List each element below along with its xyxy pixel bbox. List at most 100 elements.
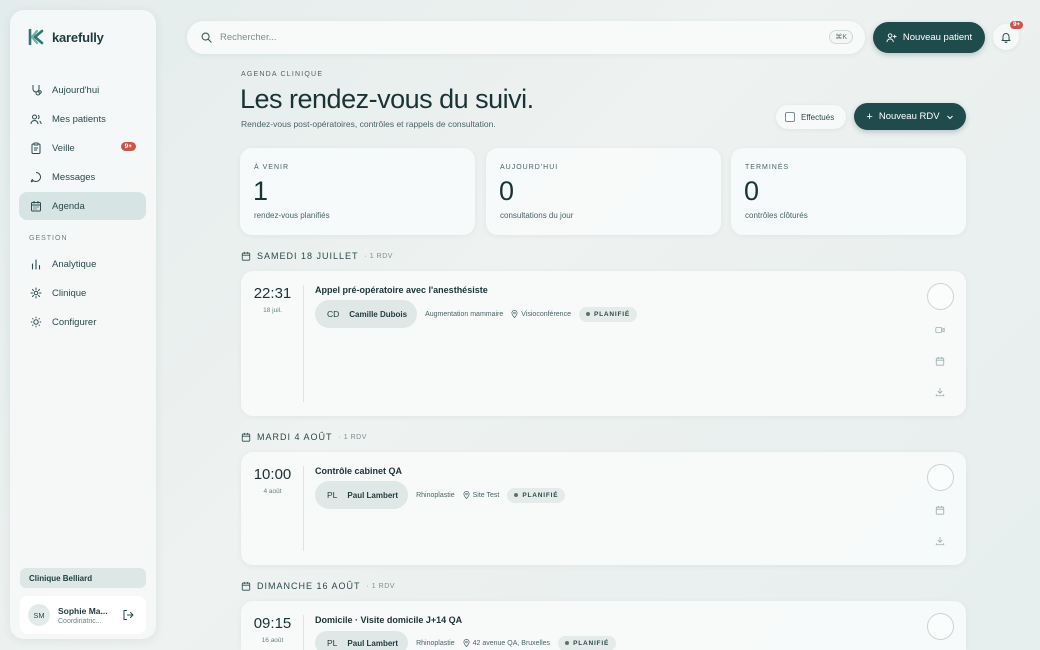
clipboard-icon	[31, 142, 41, 154]
page-subtitle: Rendez-vous post-opératoires, contrôles …	[241, 119, 496, 129]
sidebar-item-messages[interactable]: Messages	[19, 163, 146, 191]
stat-value: 0	[744, 176, 760, 206]
plus-icon: +	[866, 110, 873, 123]
logo[interactable]: karefully	[28, 29, 104, 45]
day-count: · 1 RDV	[366, 582, 395, 590]
logout-icon[interactable]	[122, 609, 134, 621]
location-text: Visioconférence	[521, 310, 571, 318]
app-name: karefully	[52, 29, 104, 45]
location-text: 42 avenue QA, Bruxelles	[472, 639, 551, 647]
sidebar: karefully Aujourd'hui Mes patients Veill…	[10, 10, 156, 639]
stat-card-today: AUJOURD'HUI 0 consultations du jour	[486, 148, 721, 235]
patient-chip[interactable]: CD Camille Dubois	[315, 300, 418, 328]
appointment-card[interactable]: 22:31 18 juil. Appel pré-opératoire avec…	[241, 271, 966, 416]
filter-done-checkbox[interactable]	[785, 112, 795, 122]
watch-count-badge: 9+	[120, 142, 136, 151]
user-card[interactable]: SM Sophie Ma... Coordinatric...	[20, 596, 146, 634]
patient-initials: PL	[327, 490, 338, 500]
sidebar-item-label: Configurer	[52, 316, 97, 328]
sidebar-item-label: Mes patients	[52, 113, 106, 125]
sidebar-item-label: Aujourd'hui	[52, 84, 100, 96]
day-label: MARDI 4 AOÛT	[257, 432, 333, 442]
video-icon[interactable]	[935, 325, 945, 335]
search-input[interactable]	[220, 32, 780, 43]
sliders-icon	[30, 316, 42, 328]
appointment-meta: PL Paul Lambert Rhinoplastie 42 avenue Q…	[315, 631, 617, 650]
user-plus-icon	[886, 33, 897, 43]
calendar-icon	[241, 432, 251, 442]
location-pin-icon	[511, 310, 518, 318]
calendar-action-icon[interactable]	[935, 356, 945, 366]
search-bar[interactable]: ⌘K	[187, 21, 865, 54]
clinic-selector[interactable]: Clinique Belliard	[20, 568, 146, 588]
sidebar-item-label: Messages	[52, 171, 96, 183]
appointment-time: 10:00	[253, 466, 292, 483]
appointment-card[interactable]: 09:15 16 août Domicile · Visite domicile…	[241, 601, 966, 650]
appointment-procedure: Augmentation mammaire	[425, 310, 504, 318]
bell-icon	[1001, 33, 1011, 43]
patient-initials: CD	[327, 309, 340, 319]
calendar-icon	[241, 251, 251, 261]
notifications-button[interactable]: 9+	[993, 21, 1023, 50]
stat-card-done: TERMINÉS 0 contrôles clôturés	[731, 148, 966, 235]
divider	[303, 615, 304, 650]
page-title: Les rendez-vous du suivi.	[240, 84, 534, 114]
sidebar-item-watch[interactable]: Veille 9+	[19, 134, 146, 162]
sidebar-item-label: Veille	[52, 142, 75, 154]
filter-done-toggle[interactable]: Effectués	[776, 105, 846, 129]
sidebar-item-configure[interactable]: Configurer	[19, 308, 146, 336]
sidebar-item-analytics[interactable]: Analytique	[19, 250, 146, 278]
stat-desc: consultations du jour	[500, 211, 574, 220]
sidebar-item-today[interactable]: Aujourd'hui	[19, 76, 146, 104]
status-dot	[565, 641, 570, 645]
calendar-icon	[31, 201, 41, 212]
appointment-location: 42 avenue QA, Bruxelles	[463, 639, 550, 647]
status-text: PLANIFIÉ	[573, 639, 610, 647]
sidebar-item-patients[interactable]: Mes patients	[19, 105, 146, 133]
appointment-card[interactable]: 10:00 4 août Contrôle cabinet QA PL Paul…	[241, 452, 966, 565]
mark-done-button[interactable]	[927, 613, 954, 640]
sidebar-item-clinic[interactable]: Clinique	[19, 279, 146, 307]
status-dot	[585, 312, 590, 316]
appointment-meta: PL Paul Lambert Rhinoplastie Site Test P…	[315, 481, 566, 509]
calendar-action-icon[interactable]	[935, 505, 945, 515]
status-text: PLANIFIÉ	[593, 310, 630, 318]
day-count: · 1 RDV	[338, 433, 367, 441]
status-badge: PLANIFIÉ	[507, 487, 566, 503]
day-label: SAMEDI 18 JUILLET	[257, 251, 359, 261]
divider	[303, 285, 304, 402]
stat-value: 0	[499, 176, 515, 206]
stat-desc: rendez-vous planifiés	[254, 211, 330, 220]
appointment-time-block: 22:31 18 juil.	[241, 285, 304, 314]
stat-desc: contrôles clôturés	[745, 211, 808, 220]
stat-value: 1	[253, 176, 269, 206]
stat-label: TERMINÉS	[745, 164, 790, 171]
day-count: · 1 RDV	[364, 252, 393, 260]
user-name: Sophie Ma...	[58, 605, 108, 616]
patient-name: Paul Lambert	[347, 490, 399, 500]
chevron-down-icon	[946, 115, 953, 119]
status-badge: PLANIFIÉ	[578, 306, 637, 322]
calendar-icon	[241, 581, 251, 591]
divider	[303, 466, 304, 551]
download-icon[interactable]	[935, 387, 945, 397]
status-badge: PLANIFIÉ	[558, 635, 617, 650]
stat-card-upcoming: À VENIR 1 rendez-vous planifiés	[240, 148, 475, 235]
user-role: Coordinatric...	[58, 617, 102, 625]
appointment-location: Visioconférence	[511, 310, 571, 318]
new-rdv-button[interactable]: + Nouveau RDV	[854, 103, 966, 130]
mark-done-button[interactable]	[927, 464, 954, 491]
new-patient-button[interactable]: Nouveau patient	[873, 22, 985, 53]
appointment-time-block: 09:15 16 août	[241, 615, 304, 644]
mark-done-button[interactable]	[927, 283, 954, 310]
appointment-meta: CD Camille Dubois Augmentation mammaire …	[315, 300, 637, 328]
karefully-logo-icon	[28, 29, 44, 45]
sidebar-item-agenda[interactable]: Agenda	[19, 192, 146, 220]
patient-initials: PL	[327, 638, 338, 648]
download-icon[interactable]	[935, 536, 945, 546]
sidebar-item-label: Clinique	[52, 287, 87, 299]
patient-chip[interactable]: PL Paul Lambert	[315, 481, 409, 509]
filter-done-label: Effectués	[801, 112, 835, 122]
location-text: Site Test	[472, 491, 500, 499]
patient-chip[interactable]: PL Paul Lambert	[315, 631, 409, 650]
